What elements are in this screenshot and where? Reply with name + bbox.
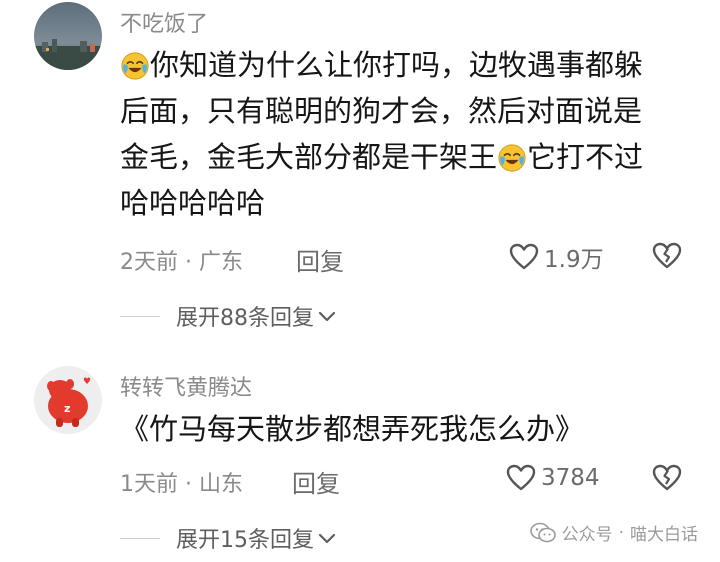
heart-outline-icon: [506, 464, 536, 491]
username[interactable]: 不吃饭了: [120, 6, 208, 38]
comment-line-text: 后面，只有聪明的狗才会，然后对面说是: [120, 94, 643, 128]
dislike-button[interactable]: [651, 462, 683, 498]
comment-line: 后面，只有聪明的狗才会，然后对面说是: [120, 88, 643, 134]
expand-replies-button[interactable]: 展开88条回复: [120, 300, 338, 332]
comment-line: 金毛，金毛大部分都是干架王 它打不过: [120, 134, 643, 180]
comment-text: 《竹马每天散步都想弄死我怎么办》: [120, 412, 585, 446]
comment-text: 你知道为什么让你打吗，边牧遇事都躲 后面，只有聪明的狗才会，然后对面说是 金毛，…: [120, 42, 643, 226]
like-count: 1.9万: [544, 247, 604, 273]
comment-meta: 2天前 · 广东: [120, 244, 243, 276]
comment-line-text: 你知道为什么让你打吗，边牧遇事都躲: [150, 48, 644, 82]
expand-divider: [120, 537, 160, 539]
expand-divider: [120, 315, 160, 317]
comment-time: 1天前: [120, 472, 178, 497]
chevron-down-icon: [318, 311, 336, 322]
comment-line-text: 它打不过: [527, 140, 644, 174]
user-avatar[interactable]: z ♥: [34, 366, 102, 434]
watermark-separator: ·: [618, 522, 624, 543]
chevron-down-icon: [318, 533, 336, 544]
meta-separator: ·: [185, 250, 192, 275]
svg-text:♥: ♥: [83, 377, 91, 387]
user-avatar[interactable]: [34, 2, 102, 70]
username[interactable]: 转转飞黄腾达: [120, 370, 252, 402]
watermark-name: 喵大白话: [630, 525, 698, 545]
reply-button[interactable]: 回复: [292, 464, 340, 499]
like-count: 3784: [541, 465, 600, 491]
dislike-button[interactable]: [651, 240, 683, 276]
expand-replies-label: 展开15条回复: [176, 528, 314, 553]
watermark-prefix: 公众号: [561, 525, 613, 545]
avatar-image: z ♥: [34, 366, 102, 434]
crying-laughing-emoji-icon: [498, 144, 526, 172]
crying-laughing-emoji-icon: [121, 52, 149, 80]
watermark: 公众号 · 喵大白话: [529, 520, 698, 545]
svg-text:z: z: [64, 402, 70, 415]
like-button[interactable]: 3784: [505, 462, 600, 494]
expand-replies-label: 展开88条回复: [176, 306, 314, 331]
comment-line: 你知道为什么让你打吗，边牧遇事都躲: [120, 42, 643, 88]
broken-heart-icon: [652, 464, 682, 491]
avatar-image: [34, 2, 102, 70]
reply-button[interactable]: 回复: [296, 242, 344, 277]
wechat-icon: [529, 522, 556, 542]
comment-line: 哈哈哈哈哈: [120, 180, 643, 226]
expand-replies-button[interactable]: 展开15条回复: [120, 522, 338, 554]
comment-location: 广东: [199, 250, 244, 275]
comment-line-text: 金毛，金毛大部分都是干架王: [120, 140, 498, 174]
meta-separator: ·: [185, 472, 192, 497]
like-button[interactable]: 1.9万: [508, 240, 604, 274]
comment-line-text: 哈哈哈哈哈: [120, 186, 266, 220]
heart-outline-icon: [509, 243, 539, 270]
comment-time: 2天前: [120, 250, 178, 275]
comment-meta: 1天前 · 山东: [120, 466, 243, 498]
comment-location: 山东: [199, 472, 244, 497]
broken-heart-icon: [652, 242, 682, 269]
